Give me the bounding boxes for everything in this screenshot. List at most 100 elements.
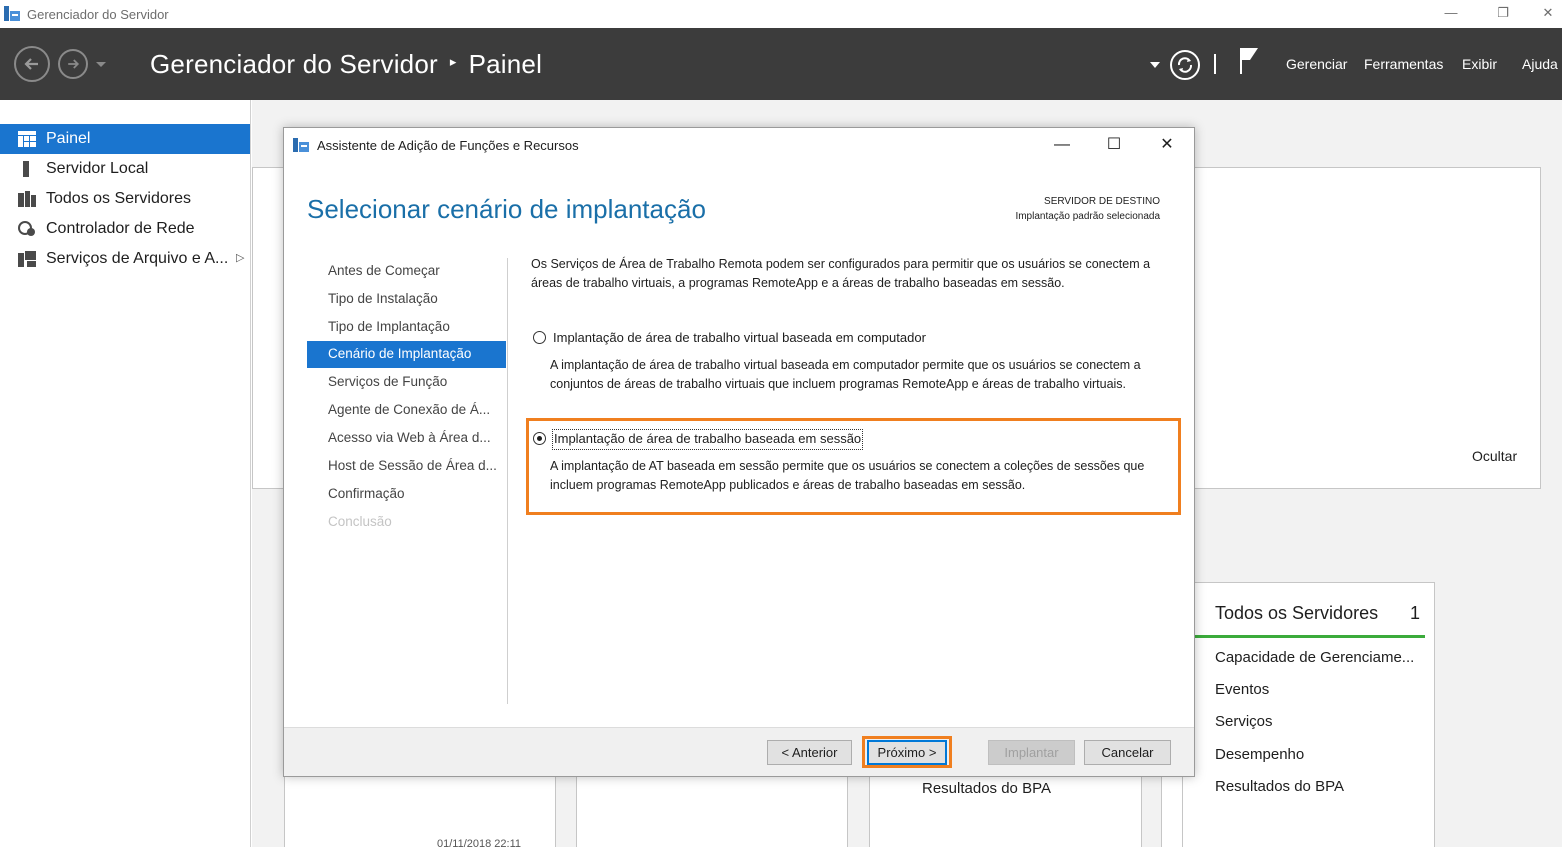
radio-label-virtual-desktop[interactable]: Implantação de área de trabalho virtual … (553, 329, 926, 348)
sidebar-item-label: Todos os Servidores (46, 190, 191, 207)
menu-manage[interactable]: Gerenciar (1286, 56, 1347, 72)
dialog-footer: < Anterior Próximo > Implantar Cancelar (284, 727, 1194, 776)
step-installation-type[interactable]: Tipo de Instalação (307, 286, 506, 313)
window-titlebar: Gerenciador do Servidor — ❐ ✕ (0, 0, 1562, 28)
previous-button[interactable]: < Anterior (767, 740, 852, 765)
step-label: Antes de Começar (328, 263, 440, 278)
history-dropdown-icon[interactable] (95, 61, 107, 69)
sidebar-item-file-services[interactable]: Serviços de Arquivo e A... ▷ (0, 244, 250, 274)
close-button[interactable]: ✕ (1533, 3, 1562, 23)
dialog-maximize-button[interactable]: ☐ (1099, 134, 1129, 158)
steps-divider (507, 258, 508, 704)
menu-view[interactable]: Exibir (1462, 56, 1497, 72)
sidebar-item-label: Painel (46, 130, 91, 147)
virtual-desktop-description: A implantação de área de trabalho virtua… (550, 358, 1141, 391)
next-button-highlight (862, 736, 952, 768)
tile-2 (576, 775, 848, 847)
add-roles-wizard-dialog: Assistente de Adição de Funções e Recurs… (283, 127, 1195, 777)
breadcrumb-app: Gerenciador do Servidor (150, 49, 438, 79)
destination-server: SERVIDOR DE DESTINO Implantação padrão s… (1015, 194, 1160, 224)
dialog-title: Assistente de Adição de Funções e Recurs… (317, 138, 579, 153)
network-controller-icon (18, 221, 35, 236)
window-title: Gerenciador do Servidor (27, 7, 169, 22)
step-label: Conclusão (328, 514, 392, 529)
servers-icon (18, 191, 36, 207)
step-label: Host de Sessão de Área d... (328, 458, 497, 473)
step-label: Tipo de Implantação (328, 319, 450, 334)
selected-option-highlight (526, 418, 1181, 515)
dialog-close-button[interactable]: ✕ (1152, 134, 1182, 158)
sidebar-item-dashboard[interactable]: Painel (0, 124, 250, 154)
dashboard-icon (18, 131, 36, 147)
tile-link-bpa-results-left[interactable]: Resultados do BPA (922, 780, 1051, 797)
menu-tools[interactable]: Ferramentas (1364, 56, 1443, 72)
refresh-icon[interactable] (1169, 49, 1201, 81)
step-session-host[interactable]: Host de Sessão de Área d... (307, 453, 506, 480)
dialog-minimize-button[interactable]: — (1047, 134, 1077, 158)
tile-link-events[interactable]: Eventos (1215, 681, 1269, 698)
step-connection-broker[interactable]: Agente de Conexão de Á... (307, 397, 506, 424)
tile-1: 01/11/2018 22:11 (284, 775, 556, 847)
radio-virtual-desktop[interactable] (533, 331, 546, 344)
intro-text: Os Serviços de Área de Trabalho Remota p… (531, 257, 1151, 290)
step-deployment-scenario[interactable]: Cenário de Implantação (307, 341, 506, 368)
back-arrow-icon (24, 58, 38, 70)
sidebar-item-network-controller[interactable]: Controlador de Rede (0, 214, 250, 244)
tile-link-performance[interactable]: Desempenho (1215, 746, 1304, 763)
tile-link-manageability[interactable]: Capacidade de Gerenciame... (1215, 649, 1414, 666)
all-servers-tile: Todos os Servidores 1 Capacidade de Gere… (1182, 582, 1435, 847)
sidebar-item-all-servers[interactable]: Todos os Servidores (0, 184, 250, 214)
expand-arrow-icon[interactable]: ▷ (236, 251, 244, 264)
status-bar (1193, 635, 1425, 638)
breadcrumb-page: Painel (468, 49, 543, 79)
restore-button[interactable]: ❐ (1488, 3, 1518, 23)
timestamp: 01/11/2018 22:11 (437, 838, 522, 847)
sidebar-item-label: Servidor Local (46, 160, 149, 177)
step-label: Acesso via Web à Área d... (328, 430, 491, 445)
dialog-heading: Selecionar cenário de implantação (307, 194, 706, 224)
sidebar-item-local-server[interactable]: Servidor Local (0, 154, 250, 184)
file-services-icon (18, 251, 36, 267)
step-label: Cenário de Implantação (328, 346, 472, 361)
dialog-titlebar: Assistente de Adição de Funções e Recurs… (284, 128, 1194, 162)
destination-value: Implantação padrão selecionada (1015, 211, 1160, 222)
server-icon (23, 161, 29, 177)
all-servers-title[interactable]: Todos os Servidores (1215, 603, 1378, 624)
notifications-flag-icon[interactable] (1238, 46, 1260, 76)
step-confirmation[interactable]: Confirmação (307, 481, 506, 508)
forward-arrow-icon (68, 59, 80, 69)
cancel-button[interactable]: Cancelar (1084, 740, 1171, 765)
step-results: Conclusão (307, 509, 506, 536)
header-divider (1214, 54, 1216, 74)
menu-help[interactable]: Ajuda (1522, 56, 1558, 72)
destination-label: SERVIDOR DE DESTINO (1044, 196, 1160, 207)
step-web-access[interactable]: Acesso via Web à Área d... (307, 425, 506, 452)
step-label: Tipo de Instalação (328, 291, 438, 306)
sidebar-item-label: Controlador de Rede (46, 220, 195, 237)
wizard-icon (293, 138, 309, 152)
forward-button[interactable] (58, 49, 88, 79)
notifications-dropdown-icon[interactable] (1150, 62, 1160, 68)
option-virtual-desktop[interactable]: Implantação de área de trabalho virtual … (533, 328, 1153, 348)
breadcrumb-separator: ▸ (449, 54, 457, 70)
step-role-services[interactable]: Serviços de Função (307, 369, 506, 396)
hide-link[interactable]: Ocultar (1472, 448, 1517, 464)
step-deployment-type[interactable]: Tipo de Implantação (307, 314, 506, 341)
breadcrumb: Gerenciador do Servidor ▸ Painel (150, 49, 542, 80)
tile-3: Resultados do BPA (869, 775, 1142, 847)
step-label: Agente de Conexão de Á... (328, 402, 491, 417)
server-manager-icon (4, 6, 20, 21)
tile-4-edge (1161, 775, 1182, 847)
tile-link-bpa-results[interactable]: Resultados do BPA (1215, 778, 1344, 795)
minimize-button[interactable]: — (1436, 3, 1466, 23)
step-label: Serviços de Função (328, 374, 448, 389)
app-header: Gerenciador do Servidor ▸ Painel Gerenciar… (0, 28, 1562, 100)
deploy-button: Implantar (988, 740, 1075, 765)
sidebar: Painel Servidor Local Todos os Servidore… (0, 100, 251, 847)
tile-link-services[interactable]: Serviços (1215, 713, 1273, 730)
all-servers-count: 1 (1410, 603, 1421, 623)
step-before-you-begin[interactable]: Antes de Começar (307, 258, 506, 285)
back-button[interactable] (14, 46, 50, 82)
step-label: Confirmação (328, 486, 405, 501)
sidebar-item-label: Serviços de Arquivo e A... (46, 250, 229, 267)
